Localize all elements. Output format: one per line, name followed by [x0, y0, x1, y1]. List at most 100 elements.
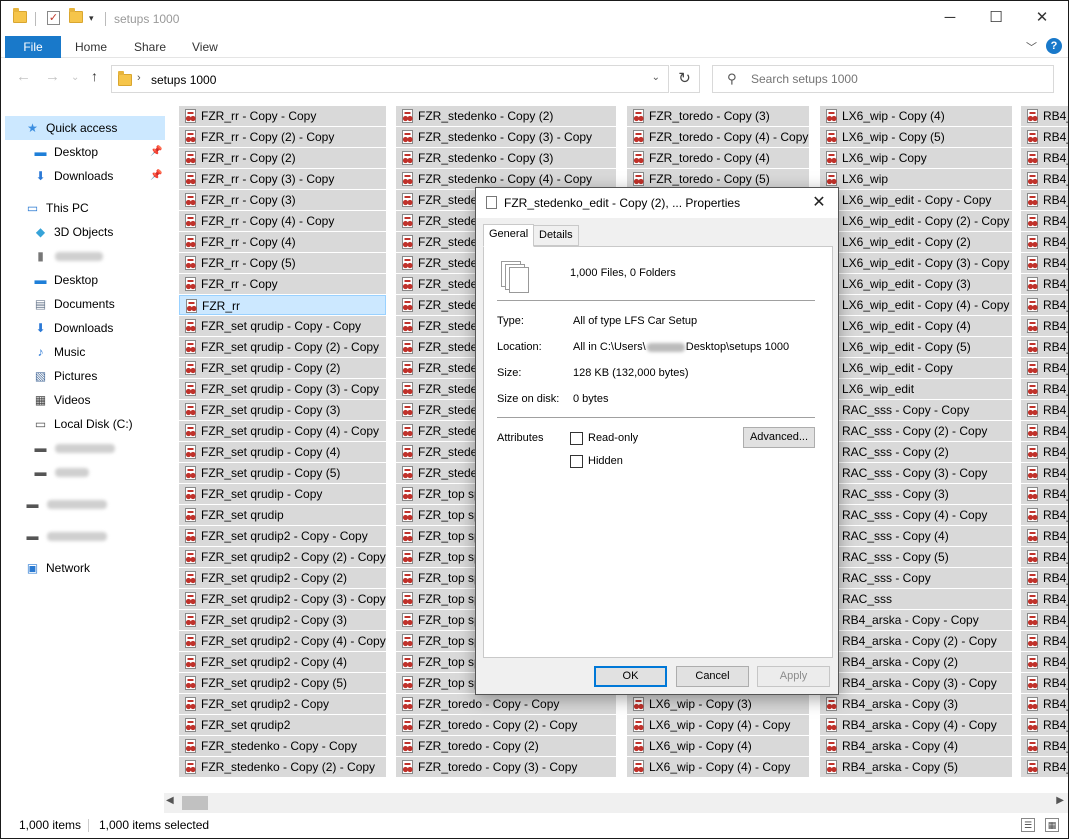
file-item[interactable]: LX6_wip_edit - Copy - Copy	[820, 190, 1012, 210]
file-item[interactable]: LX6_wip - Copy (4) - Copy	[627, 715, 809, 735]
tab-details[interactable]: Details	[533, 225, 579, 246]
file-item[interactable]: RB4_arska - Copy (2) - Copy	[820, 631, 1012, 651]
file-item[interactable]: FZR_set qrudip - Copy	[179, 484, 386, 504]
file-item[interactable]: FZR_stedenko - Copy (3)	[396, 148, 616, 168]
sidebar-item[interactable]: ▬ Desktop	[5, 268, 165, 292]
file-item[interactable]: FZR_toredo - Copy (4) - Copy	[627, 127, 809, 147]
file-item[interactable]: FZR_set qrudip2 - Copy (5)	[179, 673, 386, 693]
file-item[interactable]: FZR_toredo - Copy (2) - Copy	[396, 715, 616, 735]
file-item[interactable]: FZR_set qrudip - Copy - Copy	[179, 316, 386, 336]
sidebar-item[interactable]: ▬	[5, 524, 165, 548]
breadcrumb-current-folder[interactable]: setups 1000	[151, 73, 216, 87]
cancel-button[interactable]: Cancel	[676, 666, 749, 687]
file-item[interactable]: RB4_	[1021, 295, 1068, 315]
file-item[interactable]: RB4_arska - Copy (3)	[820, 694, 1012, 714]
properties-check-icon[interactable]: ✓	[47, 11, 60, 25]
file-item[interactable]: FZR_set qrudip2 - Copy (3) - Copy	[179, 589, 386, 609]
pin-icon[interactable]: 📌	[150, 140, 162, 164]
file-item[interactable]: LX6_wip - Copy (3)	[627, 694, 809, 714]
file-item[interactable]: FZR_stedenko - Copy (2)	[396, 106, 616, 126]
file-item[interactable]: RB4_	[1021, 358, 1068, 378]
file-item[interactable]: FZR_set qrudip2 - Copy (2) - Copy	[179, 547, 386, 567]
sidebar-item[interactable]: ▮	[5, 244, 165, 268]
tab-general[interactable]: General	[483, 224, 535, 247]
file-item[interactable]: FZR_toredo - Copy (3) - Copy	[396, 757, 616, 777]
tab-file[interactable]: File	[5, 36, 61, 58]
file-item[interactable]: RAC_sss - Copy (4) - Copy	[820, 505, 1012, 525]
file-item[interactable]: RB4_	[1021, 589, 1068, 609]
file-item[interactable]: FZR_set qrudip2 - Copy	[179, 694, 386, 714]
customize-dropdown-icon[interactable]: ▾	[89, 11, 94, 25]
file-item[interactable]: FZR_toredo - Copy (2)	[396, 736, 616, 756]
readonly-label[interactable]: Read-only	[588, 432, 638, 444]
up-arrow-icon[interactable]: ↑	[91, 68, 98, 84]
file-item[interactable]: FZR_rr - Copy (5)	[179, 253, 386, 273]
refresh-icon[interactable]: ↻	[670, 65, 700, 93]
scroll-right-icon[interactable]: ▶	[1056, 795, 1064, 806]
sidebar-item[interactable]: ⬇ Downloads 📌	[5, 164, 165, 188]
new-folder-icon[interactable]	[69, 8, 83, 23]
file-item[interactable]: RB4_arska - Copy (2)	[820, 652, 1012, 672]
file-item[interactable]: RB4_	[1021, 421, 1068, 441]
file-item[interactable]: RB4_	[1021, 169, 1068, 189]
file-item[interactable]: FZR_stedenko - Copy (2) - Copy	[179, 757, 386, 777]
file-item[interactable]: FZR_toredo - Copy (3)	[627, 106, 809, 126]
readonly-checkbox[interactable]	[570, 432, 583, 445]
file-item[interactable]: RB4_	[1021, 337, 1068, 357]
file-item[interactable]: RAC_sss - Copy	[820, 568, 1012, 588]
file-item[interactable]: RB4_	[1021, 148, 1068, 168]
file-item[interactable]: LX6_wip_edit - Copy (5)	[820, 337, 1012, 357]
file-item[interactable]: FZR_rr - Copy	[179, 274, 386, 294]
file-item[interactable]: RB4_arska - Copy (4) - Copy	[820, 715, 1012, 735]
file-item[interactable]: FZR_set qrudip - Copy (3)	[179, 400, 386, 420]
sidebar-item[interactable]: ▬	[5, 460, 165, 484]
file-item[interactable]: FZR_set qrudip - Copy (5)	[179, 463, 386, 483]
maximize-button[interactable]: ☐	[973, 1, 1019, 35]
file-item[interactable]: FZR_rr - Copy (4)	[179, 232, 386, 252]
file-item[interactable]: LX6_wip - Copy (4)	[820, 106, 1012, 126]
sidebar-item[interactable]: ▦ Videos	[5, 388, 165, 412]
hidden-label[interactable]: Hidden	[588, 455, 623, 467]
sidebar-item[interactable]: ▭ This PC	[5, 196, 165, 220]
pin-icon[interactable]: 📌	[150, 164, 162, 188]
chevron-down-icon[interactable]: ⌄	[652, 72, 660, 83]
file-item[interactable]: LX6_wip_edit - Copy (4)	[820, 316, 1012, 336]
breadcrumb-separator[interactable]: ›	[137, 72, 141, 84]
file-item[interactable]: RB4_	[1021, 232, 1068, 252]
file-item[interactable]: FZR_toredo - Copy (4)	[627, 148, 809, 168]
file-item[interactable]: FZR_rr - Copy - Copy	[179, 106, 386, 126]
file-item[interactable]: RB4_arska - Copy (5)	[820, 757, 1012, 777]
file-item[interactable]: FZR_set qrudip - Copy (2)	[179, 358, 386, 378]
file-item[interactable]: FZR_set qrudip2	[179, 715, 386, 735]
file-item[interactable]: FZR_set qrudip2 - Copy - Copy	[179, 526, 386, 546]
file-item[interactable]: FZR_rr - Copy (3) - Copy	[179, 169, 386, 189]
file-item[interactable]: LX6_wip_edit - Copy (3) - Copy	[820, 253, 1012, 273]
help-icon[interactable]: ?	[1046, 38, 1062, 54]
tab-share[interactable]: Share	[134, 36, 166, 58]
file-item[interactable]: FZR_rr - Copy (2)	[179, 148, 386, 168]
scroll-left-icon[interactable]: ◀	[166, 795, 174, 806]
file-item[interactable]: RB4_	[1021, 568, 1068, 588]
sidebar-item[interactable]: ▣ Network	[5, 556, 165, 580]
file-item[interactable]: LX6_wip	[820, 169, 1012, 189]
file-item[interactable]: LX6_wip_edit	[820, 379, 1012, 399]
file-item[interactable]: RB4_	[1021, 463, 1068, 483]
file-item[interactable]: RB4_	[1021, 736, 1068, 756]
sidebar-item[interactable]: ▬	[5, 436, 165, 460]
file-item[interactable]: RB4_	[1021, 694, 1068, 714]
file-item[interactable]: RAC_sss	[820, 589, 1012, 609]
file-item[interactable]: RB4_	[1021, 190, 1068, 210]
file-item[interactable]: RB4_	[1021, 211, 1068, 231]
file-item[interactable]: RB4_	[1021, 274, 1068, 294]
file-item[interactable]: RB4_	[1021, 652, 1068, 672]
sidebar-item[interactable]: ▭ Local Disk (C:)	[5, 412, 165, 436]
scrollbar-thumb[interactable]	[182, 796, 208, 810]
search-input[interactable]	[751, 71, 1041, 87]
sidebar-item[interactable]: ▧ Pictures	[5, 364, 165, 388]
file-item[interactable]: RAC_sss - Copy - Copy	[820, 400, 1012, 420]
file-item[interactable]: RAC_sss - Copy (3)	[820, 484, 1012, 504]
file-item[interactable]: FZR_set qrudip	[179, 505, 386, 525]
sidebar-item[interactable]: ♪ Music	[5, 340, 165, 364]
file-item[interactable]: FZR_set qrudip - Copy (4)	[179, 442, 386, 462]
file-item[interactable]: LX6_wip_edit - Copy (2) - Copy	[820, 211, 1012, 231]
